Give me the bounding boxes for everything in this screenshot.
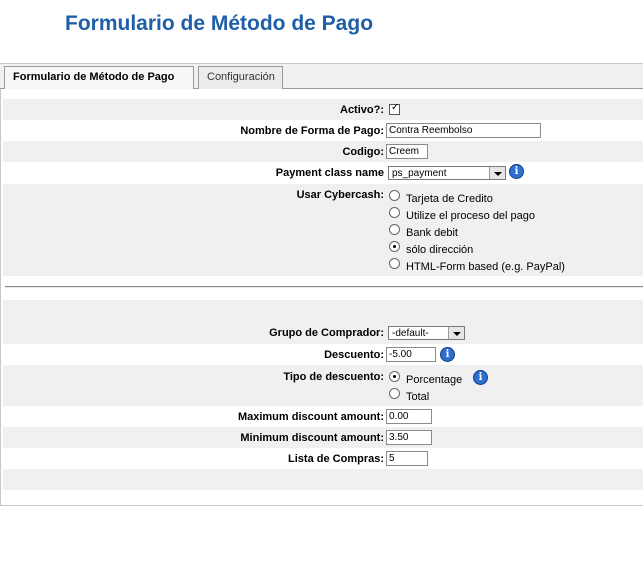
info-icon[interactable]: i bbox=[473, 370, 488, 385]
payment-class-label: Payment class name bbox=[275, 167, 384, 179]
tipo-descuento-label: Tipo de descuento: bbox=[283, 371, 384, 383]
cybercash-option-0: Tarjeta de Credito bbox=[406, 193, 493, 205]
info-icon[interactable]: i bbox=[440, 347, 455, 362]
payment-class-select[interactable]: ps_payment bbox=[388, 166, 506, 180]
checkmark-icon: ✓ bbox=[391, 102, 400, 113]
cybercash-option-2: Bank debit bbox=[406, 227, 458, 239]
cybercash-radio-0[interactable] bbox=[389, 190, 400, 201]
tipo-descuento-option-1: Total bbox=[406, 391, 430, 403]
activo-checkbox[interactable]: ✓ bbox=[389, 102, 400, 115]
tipo-descuento-radio-1[interactable] bbox=[389, 388, 400, 399]
codigo-label: Codigo: bbox=[342, 146, 384, 158]
payment-class-value: ps_payment bbox=[392, 168, 447, 179]
page-title: Formulario de Método de Pago bbox=[65, 12, 374, 35]
form-panel: Activo?: ✓ Nombre de Forma de Pago: Cont… bbox=[0, 89, 643, 506]
nombre-input[interactable]: Contra Reembolso bbox=[386, 123, 541, 138]
cybercash-option-4: HTML-Form based (e.g. PayPal) bbox=[406, 261, 565, 273]
max-discount-label: Maximum discount amount: bbox=[237, 411, 384, 423]
cybercash-radio-4[interactable] bbox=[389, 258, 400, 269]
activo-label: Activo?: bbox=[340, 104, 384, 116]
row-max-discount: Maximum discount amount: 0.00 bbox=[3, 406, 643, 427]
cybercash-label: Usar Cybercash: bbox=[296, 189, 384, 201]
cybercash-radio-1[interactable] bbox=[389, 207, 400, 218]
tab-formulario[interactable]: Formulario de Método de Pago bbox=[4, 66, 194, 90]
tab-bar: Formulario de Método de Pago Configuraci… bbox=[0, 63, 643, 90]
cybercash-radio-2[interactable] bbox=[389, 224, 400, 235]
row-min-discount: Minimum discount amount: 3.50 bbox=[3, 427, 643, 448]
chevron-down-icon bbox=[489, 167, 505, 179]
descuento-label: Descuento: bbox=[324, 349, 384, 361]
row-lista-compras: Lista de Compras: 5 bbox=[3, 448, 643, 469]
info-icon[interactable]: i bbox=[509, 164, 524, 179]
grupo-select[interactable]: -default- bbox=[388, 326, 465, 340]
max-discount-input[interactable]: 0.00 bbox=[386, 409, 432, 424]
row-nombre: Nombre de Forma de Pago: Contra Reembols… bbox=[3, 120, 643, 141]
row-footer-spacer bbox=[3, 469, 643, 490]
lista-compras-label: Lista de Compras: bbox=[288, 453, 384, 465]
tab-configuracion[interactable]: Configuración bbox=[198, 66, 283, 89]
row-tipo-descuento: Tipo de descuento: Porcentage i Total bbox=[3, 365, 643, 406]
descuento-input[interactable]: -5.00 bbox=[386, 347, 436, 362]
lista-compras-input[interactable]: 5 bbox=[386, 451, 428, 466]
nombre-label: Nombre de Forma de Pago: bbox=[240, 125, 384, 137]
row-cybercash: Usar Cybercash: Tarjeta de Credito Utili… bbox=[3, 184, 643, 276]
min-discount-label: Minimum discount amount: bbox=[240, 432, 384, 444]
row-payment-class: Payment class name ps_payment i bbox=[3, 162, 643, 184]
cybercash-option-3: sólo dirección bbox=[406, 244, 474, 256]
tipo-descuento-option-0: Porcentage bbox=[406, 374, 463, 386]
chevron-down-icon bbox=[448, 327, 464, 339]
row-grupo: Grupo de Comprador: -default- bbox=[3, 322, 643, 344]
min-discount-input[interactable]: 3.50 bbox=[386, 430, 432, 445]
cybercash-option-1: Utilize el proceso del pago bbox=[406, 210, 536, 222]
tipo-descuento-radio-0[interactable] bbox=[389, 371, 400, 382]
codigo-input[interactable]: Creem bbox=[386, 144, 428, 159]
row-spacer bbox=[3, 300, 643, 322]
section-divider bbox=[5, 286, 643, 288]
row-codigo: Codigo: Creem bbox=[3, 141, 643, 162]
row-descuento: Descuento: -5.00 i bbox=[3, 344, 643, 365]
cybercash-radio-3[interactable] bbox=[389, 241, 400, 252]
row-activo: Activo?: ✓ bbox=[3, 99, 643, 120]
grupo-value: -default- bbox=[392, 328, 429, 339]
grupo-label: Grupo de Comprador: bbox=[269, 327, 384, 339]
